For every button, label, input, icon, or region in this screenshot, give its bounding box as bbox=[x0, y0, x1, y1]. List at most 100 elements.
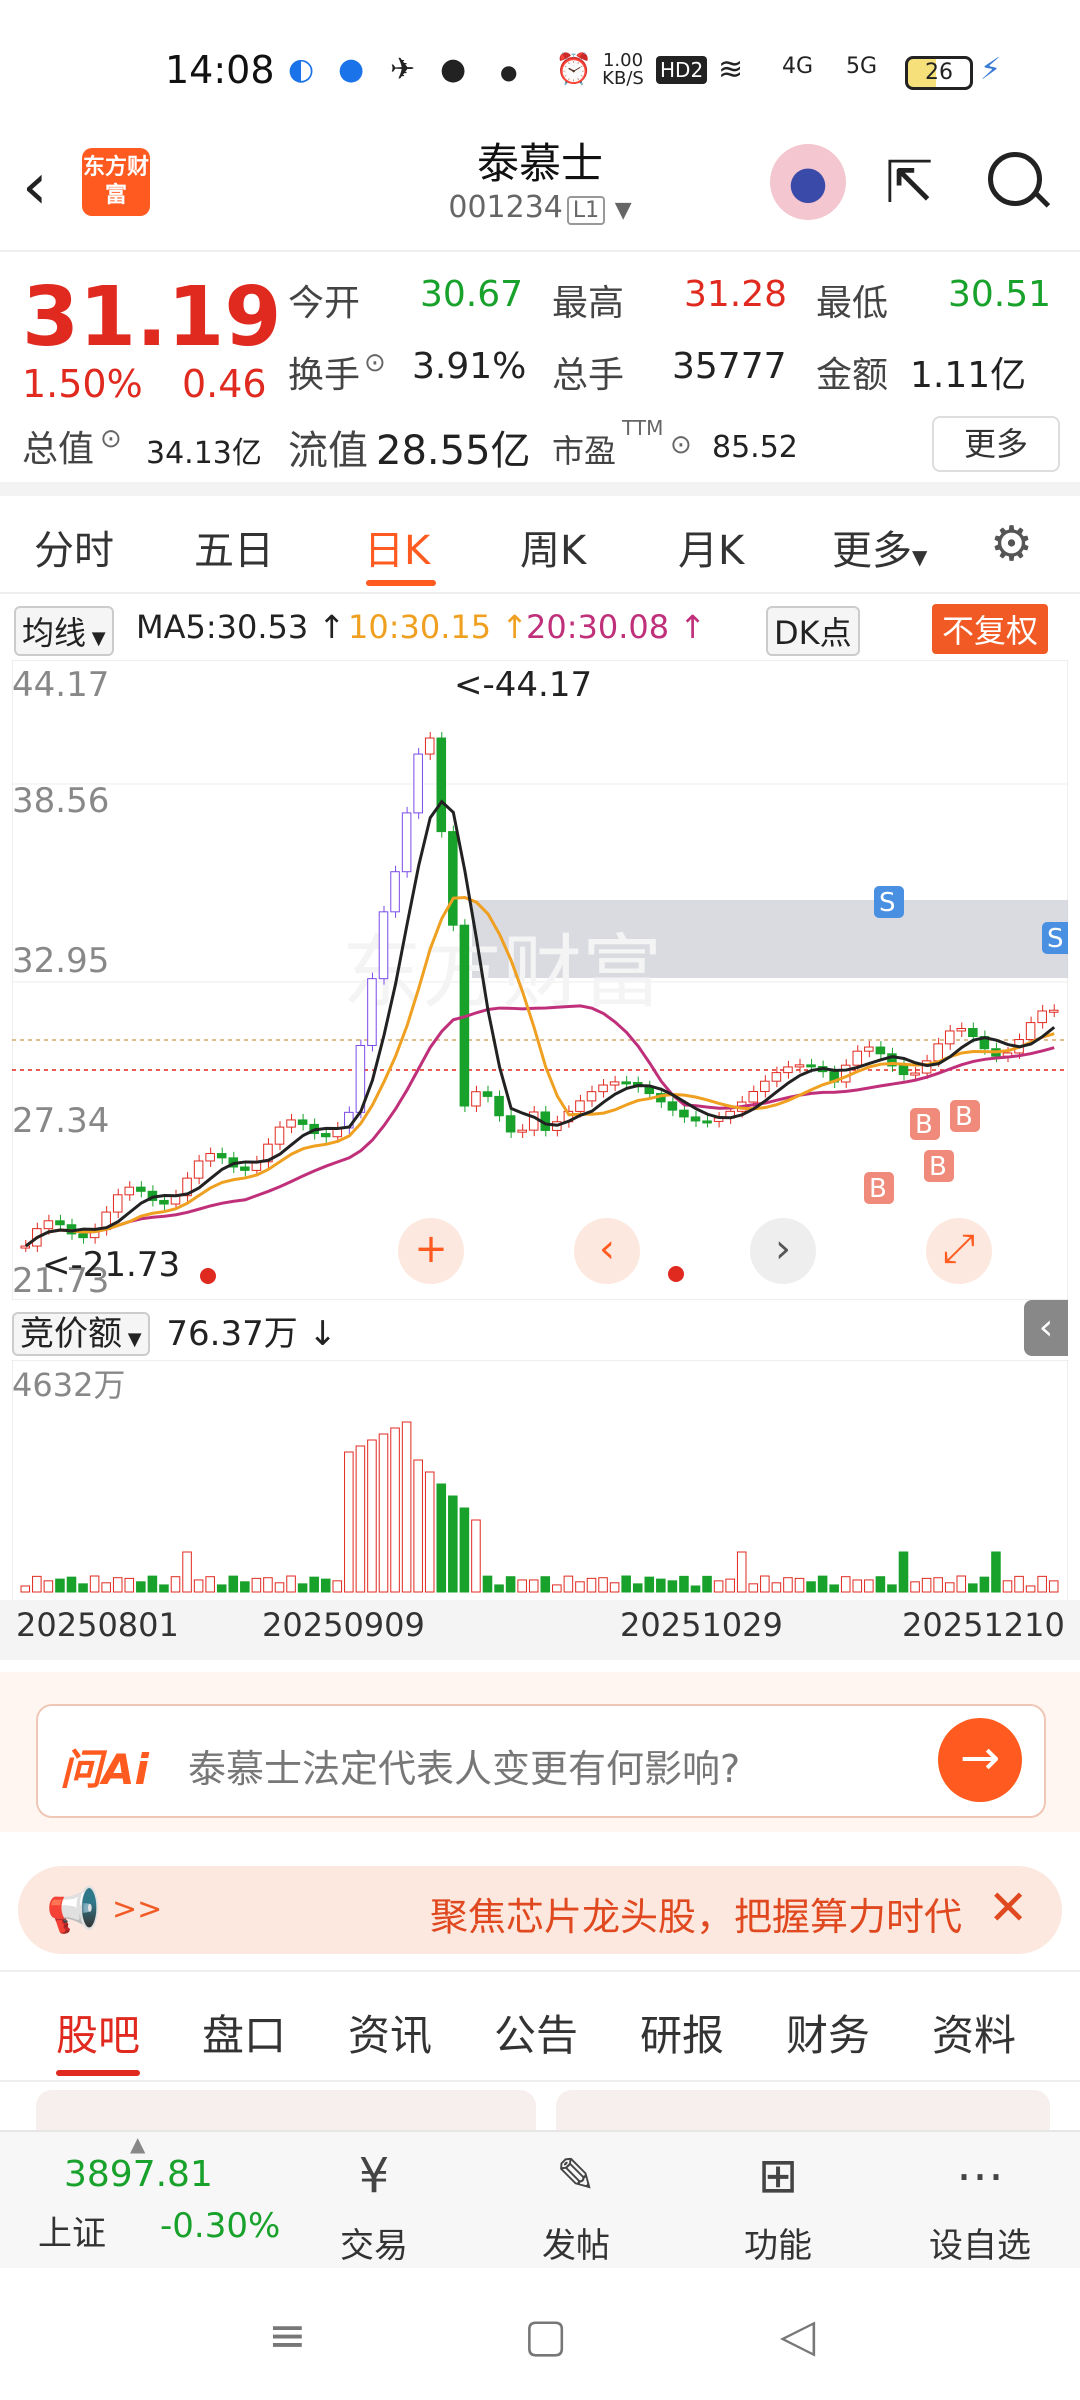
trade-label[interactable]: 交易 bbox=[314, 2218, 434, 2267]
functions-label[interactable]: 功能 bbox=[718, 2218, 838, 2267]
volume-bar bbox=[55, 1578, 65, 1593]
add-button[interactable]: + bbox=[398, 1218, 464, 1284]
volume-bar bbox=[656, 1578, 666, 1593]
volume-bar bbox=[552, 1584, 562, 1593]
info-icon[interactable]: ⊙ bbox=[364, 348, 386, 378]
volume-bar bbox=[216, 1584, 227, 1593]
info-icon[interactable]: ⊙ bbox=[670, 430, 692, 460]
caret-down-icon: ▼ bbox=[912, 545, 928, 569]
pe-label: 市盈 bbox=[552, 432, 617, 470]
volume-bar bbox=[517, 1579, 527, 1593]
app-logo[interactable]: 东方财富 bbox=[82, 148, 150, 216]
settings-gear-icon[interactable]: ⚙ bbox=[990, 516, 1033, 572]
card-peek[interactable] bbox=[556, 2090, 1050, 2130]
kline-chart[interactable]: 东方财富 44.17 38.56 32.95 27.34 21.73 <-44.… bbox=[12, 660, 1068, 1300]
tab-financials[interactable]: 财务 bbox=[786, 2002, 870, 2063]
card-peek[interactable] bbox=[36, 2090, 536, 2130]
tab-research[interactable]: 研报 bbox=[640, 2002, 724, 2063]
index-name[interactable]: 上证 bbox=[38, 2206, 106, 2255]
info-icon[interactable]: ⊙ bbox=[100, 424, 122, 454]
dk-point-selector[interactable]: DK点 bbox=[766, 606, 860, 656]
tab-news[interactable]: 资讯 bbox=[348, 2002, 432, 2063]
search-icon[interactable] bbox=[988, 152, 1042, 206]
candle bbox=[690, 1116, 701, 1122]
change-percent: 1.50% bbox=[22, 362, 143, 406]
candle bbox=[20, 1245, 31, 1249]
ai-question[interactable]: 泰慕士法定代表人变更有何影响? bbox=[188, 1738, 740, 1793]
candle bbox=[482, 1091, 493, 1097]
amount-value: 1.11亿 bbox=[910, 355, 1027, 396]
tab-more[interactable]: 更多▼ bbox=[832, 518, 927, 576]
tab-monthly-k[interactable]: 月K bbox=[678, 518, 744, 576]
candle bbox=[1025, 1022, 1036, 1041]
volume-max-label: 4632万 bbox=[12, 1366, 125, 1404]
tab-five-day[interactable]: 五日 bbox=[194, 518, 274, 576]
volume-bar bbox=[771, 1582, 782, 1593]
stock-code-row[interactable]: 001234 L1 ▼ bbox=[360, 190, 720, 225]
volume-bar bbox=[1014, 1575, 1024, 1593]
ai-avatar[interactable] bbox=[770, 144, 846, 220]
tab-intraday[interactable]: 分时 bbox=[34, 518, 114, 576]
ma-selector[interactable]: 均线 ▼ bbox=[14, 606, 114, 656]
volume-bar bbox=[910, 1581, 920, 1593]
home-icon[interactable]: ▢ bbox=[524, 2308, 567, 2362]
candle bbox=[112, 1194, 123, 1213]
volume-bar bbox=[609, 1582, 620, 1593]
share-icon[interactable]: ⇱ bbox=[885, 148, 934, 216]
panel-toggle-icon[interactable]: ‹ bbox=[1024, 1300, 1068, 1356]
candle bbox=[968, 1028, 978, 1038]
adjust-button[interactable]: 不复权 bbox=[932, 604, 1049, 654]
volume-bar bbox=[494, 1584, 504, 1593]
back-icon[interactable]: ‹ bbox=[22, 150, 48, 224]
float-value: 28.55亿 bbox=[376, 428, 531, 474]
post-label[interactable]: 发帖 bbox=[516, 2218, 636, 2267]
back-nav-icon[interactable]: ◁ bbox=[780, 2308, 815, 2362]
next-button[interactable]: › bbox=[750, 1218, 816, 1284]
volume-bar bbox=[344, 1451, 354, 1593]
stock-header: ‹ 东方财富 泰慕士 001234 L1 ▼ ⇱ bbox=[0, 130, 1080, 252]
post-icon[interactable]: ✎ bbox=[516, 2148, 636, 2204]
candle bbox=[760, 1080, 770, 1092]
tab-profile[interactable]: 资料 bbox=[932, 2002, 1016, 2063]
volume-bar bbox=[956, 1575, 967, 1593]
index-change[interactable]: -0.30% bbox=[160, 2206, 280, 2246]
candle bbox=[390, 871, 400, 913]
candle bbox=[667, 1101, 678, 1111]
system-nav-bar: ≡ ▢ ◁ bbox=[0, 2268, 1080, 2400]
bottom-toolbar: ▲ 3897.81 上证 -0.30% ¥ 交易 ✎ 发帖 ⊞ 功能 ⋯ 设自选 bbox=[0, 2130, 1080, 2270]
functions-icon[interactable]: ⊞ bbox=[718, 2148, 838, 2204]
fullscreen-icon[interactable]: ⤢ bbox=[926, 1218, 992, 1284]
volume-bar bbox=[193, 1579, 204, 1593]
tab-weekly-k[interactable]: 周K bbox=[520, 518, 586, 576]
menu-icon[interactable]: ≡ bbox=[268, 2308, 307, 2362]
candle bbox=[575, 1100, 585, 1112]
promo-banner[interactable]: 📢 >> 聚焦芯片龙头股，把握算力时代 ✕ bbox=[18, 1866, 1062, 1954]
pe-value: 85.52 bbox=[712, 430, 798, 465]
more-dots-icon[interactable]: ⋯ bbox=[920, 2148, 1040, 2204]
page-dot bbox=[668, 1266, 684, 1282]
index-value[interactable]: 3897.81 bbox=[64, 2154, 213, 2195]
tab-daily-k[interactable]: 日K bbox=[364, 518, 430, 576]
arrow-right-icon[interactable]: → bbox=[938, 1718, 1022, 1802]
volume-bar bbox=[887, 1584, 897, 1593]
sell-marker-2: S bbox=[1042, 922, 1068, 954]
prev-button[interactable]: ‹ bbox=[574, 1218, 640, 1284]
close-icon[interactable]: ✕ bbox=[988, 1880, 1028, 1936]
trade-icon[interactable]: ¥ bbox=[314, 2148, 434, 2204]
volume-bar bbox=[1025, 1585, 1036, 1593]
volume-bar bbox=[875, 1576, 886, 1593]
tab-forum[interactable]: 股吧 bbox=[56, 2002, 140, 2063]
more-button[interactable]: 更多 bbox=[932, 416, 1060, 472]
ma10-value: 10:30.15 ↑ bbox=[348, 608, 529, 646]
watchlist-label[interactable]: 设自选 bbox=[920, 2218, 1040, 2267]
volume-selector[interactable]: 竞价额 ▼ bbox=[12, 1312, 150, 1356]
signal-4g: 4G bbox=[782, 54, 814, 79]
volume-bar bbox=[136, 1581, 146, 1593]
tab-announcements[interactable]: 公告 bbox=[494, 2002, 578, 2063]
dot-icon: ● bbox=[500, 60, 518, 84]
volume-chart[interactable]: 4632万 bbox=[12, 1360, 1068, 1605]
volume-bar bbox=[147, 1575, 158, 1593]
tab-orderbook[interactable]: 盘口 bbox=[202, 2002, 286, 2063]
ai-question-box[interactable]: 问Ai 泰慕士法定代表人变更有何影响? → bbox=[36, 1704, 1046, 1818]
banner-text[interactable]: 聚焦芯片龙头股，把握算力时代 bbox=[430, 1886, 990, 1941]
